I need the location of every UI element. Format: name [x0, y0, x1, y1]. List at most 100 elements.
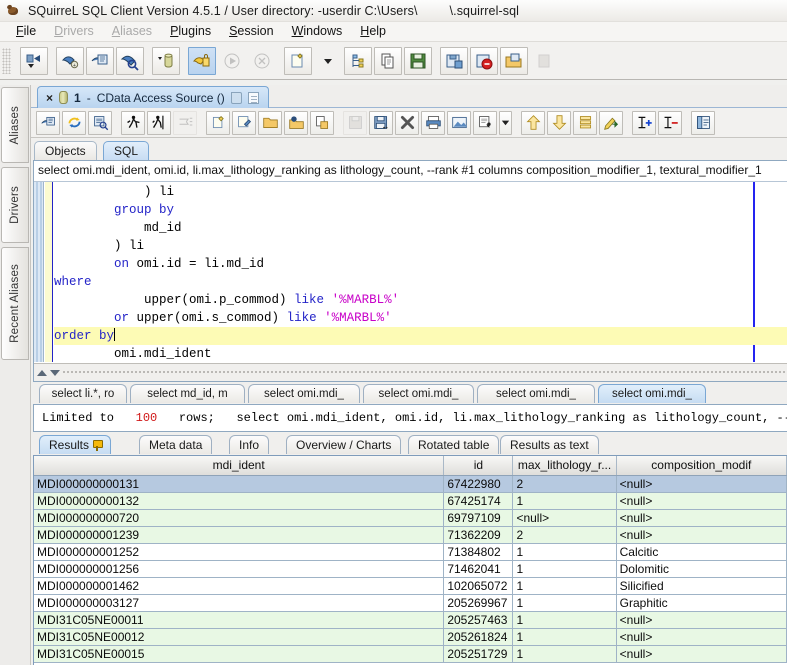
sidebar-item-aliases[interactable]: Aliases [1, 87, 29, 163]
print-icon[interactable] [421, 110, 445, 135]
show-object-tree-icon[interactable] [36, 110, 60, 135]
column-header[interactable]: max_lithology_r... [512, 456, 617, 476]
table-cell[interactable]: MDI000000000132 [34, 492, 445, 510]
run-sql-icon[interactable] [121, 110, 145, 135]
append-file-icon[interactable] [310, 110, 334, 135]
table-cell[interactable]: 71362209 [443, 526, 514, 544]
results-subtab[interactable]: Results as text [500, 435, 599, 454]
scroll-up-icon[interactable] [37, 369, 47, 376]
table-cell[interactable]: MDI000000001252 [34, 543, 445, 561]
table-cell[interactable]: MDI000000001239 [34, 526, 445, 544]
result-tab[interactable]: select omi.mdi_ [363, 384, 474, 403]
table-cell[interactable]: 1 [512, 594, 617, 612]
table-row[interactable]: MDI000000000720 69797109 <null> <null> [34, 509, 787, 527]
sql-editor-code[interactable]: ) li group by md_id ) li on omi.id = li.… [54, 182, 787, 362]
table-cell[interactable]: <null> [512, 509, 617, 527]
table-cell[interactable]: <null> [616, 475, 787, 493]
pin-icon[interactable] [93, 439, 104, 451]
sidebar-item-recent-aliases[interactable]: Recent Aliases [1, 247, 29, 360]
column-header[interactable]: mdi_ident [34, 456, 445, 476]
next-sql-icon[interactable] [547, 110, 571, 135]
table-cell[interactable]: 1 [512, 492, 617, 510]
document-icon[interactable] [247, 91, 259, 104]
rollback-icon[interactable] [470, 46, 498, 75]
results-subtab[interactable]: Rotated table [408, 435, 500, 454]
results-subtab[interactable]: Results [39, 435, 112, 454]
new-sql-worksheet-icon[interactable] [284, 46, 312, 75]
new-session-window-icon[interactable] [20, 46, 48, 75]
table-cell[interactable]: <null> [616, 628, 787, 646]
table-cell[interactable]: 1 [512, 560, 617, 578]
open-file-icon[interactable] [500, 46, 528, 75]
results-table[interactable]: mdi_ident id max_lithology_r... composition… [34, 456, 787, 663]
close-icon[interactable]: × [46, 92, 53, 104]
table-cell[interactable]: 1 [512, 543, 617, 561]
table-row[interactable]: MDI000000001252 71384802 1 Calcitic [34, 543, 787, 561]
table-cell[interactable]: 2 [512, 475, 617, 493]
results-subtab[interactable]: Overview / Charts [286, 435, 402, 454]
sql-plugin-icon[interactable] [232, 110, 256, 135]
table-row[interactable]: MDI000000001239 71362209 2 <null> [34, 526, 787, 544]
table-cell[interactable]: 205261824 [443, 628, 514, 646]
table-cell[interactable]: <null> [616, 645, 787, 663]
table-cell[interactable]: MDI000000000131 [34, 475, 445, 493]
menu-file[interactable]: File [7, 23, 45, 40]
table-cell[interactable]: 71462041 [443, 560, 514, 578]
table-cell[interactable]: <null> [616, 526, 787, 544]
copy-icon[interactable] [374, 46, 402, 75]
tab-objects[interactable]: Objects [34, 141, 97, 160]
menu-session[interactable]: Session [220, 23, 282, 40]
menu-help[interactable]: Help [351, 23, 395, 40]
open-folder-icon[interactable] [258, 110, 282, 135]
new-worksheet-icon[interactable] [206, 110, 230, 135]
alias-search-icon[interactable] [116, 46, 144, 75]
menu-windows[interactable]: Windows [283, 23, 352, 40]
toggle-panel-icon[interactable] [691, 110, 715, 135]
sql-editor-hscrollbar[interactable] [34, 363, 787, 381]
refresh-icon[interactable] [62, 110, 86, 135]
session-tab[interactable]: × 1 - CData Access Source () [37, 86, 269, 108]
export-image-icon[interactable] [447, 110, 471, 135]
table-cell[interactable]: 1 [512, 611, 617, 629]
toolbar-grip[interactable] [2, 47, 11, 74]
table-cell[interactable]: MDI000000001462 [34, 577, 445, 595]
menu-drivers[interactable]: Drivers [45, 23, 103, 40]
edit-sql-icon[interactable] [599, 110, 623, 135]
previous-sql-icon[interactable] [521, 110, 545, 135]
menu-plugins[interactable]: Plugins [161, 23, 220, 40]
table-cell[interactable]: 1 [512, 628, 617, 646]
table-cell[interactable]: 205251729 [443, 645, 514, 663]
table-cell[interactable]: 1 [512, 645, 617, 663]
column-header[interactable]: composition_modif [616, 456, 787, 476]
result-tab[interactable]: select md_id, m [130, 384, 245, 403]
menu-aliases[interactable]: Aliases [103, 23, 161, 40]
commit-icon[interactable] [440, 46, 468, 75]
table-cell[interactable]: <null> [616, 492, 787, 510]
close-worksheet-icon[interactable] [395, 110, 419, 135]
table-cell[interactable]: Dolomitic [616, 560, 787, 578]
table-cell[interactable]: <null> [616, 509, 787, 527]
increase-font-icon[interactable] [632, 110, 656, 135]
result-tab[interactable]: select omi.mdi_ [598, 384, 706, 403]
table-cell[interactable]: MDI000000003127 [34, 594, 445, 612]
sql-filter-icon[interactable] [188, 46, 216, 75]
sql-inspect-icon[interactable] [88, 110, 112, 135]
decrease-font-icon[interactable] [658, 110, 682, 135]
connect-alias-icon[interactable]: + [56, 46, 84, 75]
modify-alias-icon[interactable] [86, 46, 114, 75]
table-row[interactable]: MDI000000001462 102065072 1 Silicified [34, 577, 787, 595]
table-cell[interactable]: MDI000000000720 [34, 509, 445, 527]
table-row[interactable]: MDI31C05NE00012 205261824 1 <null> [34, 628, 787, 646]
table-cell[interactable]: 2 [512, 526, 617, 544]
table-cell[interactable]: 71384802 [443, 543, 514, 561]
worksheet-dropdown-icon[interactable] [314, 47, 342, 75]
column-header[interactable]: id [443, 456, 514, 476]
table-cell[interactable]: Graphitic [616, 594, 787, 612]
results-subtab[interactable]: Meta data [139, 435, 213, 454]
table-cell[interactable]: 205257463 [443, 611, 514, 629]
table-row[interactable]: MDI000000003127 205269967 1 Graphitic [34, 594, 787, 612]
table-cell[interactable]: 1 [512, 577, 617, 595]
table-cell[interactable]: MDI31C05NE00012 [34, 628, 445, 646]
table-row[interactable]: MDI31C05NE00011 205257463 1 <null> [34, 611, 787, 629]
results-grid-panel[interactable]: mdi_ident id max_lithology_r... composition… [33, 455, 787, 665]
